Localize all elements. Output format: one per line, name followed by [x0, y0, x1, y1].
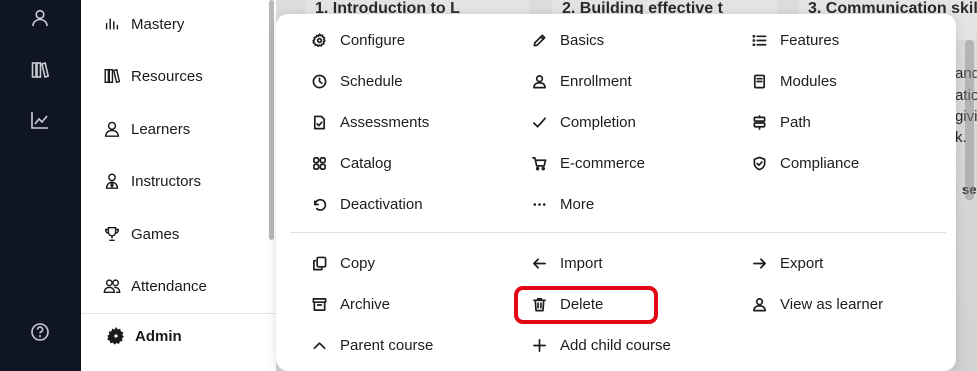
menu-item-label: Parent course	[340, 336, 434, 354]
menu-item-assessments[interactable]: Assessments	[312, 110, 429, 134]
sidebar: Mastery Resources Learners Instructors G…	[81, 0, 276, 371]
people-icon	[103, 279, 121, 294]
menu-item-parent-course[interactable]: Parent course	[312, 333, 433, 357]
person-icon	[533, 74, 546, 88]
menu-item-add-child-course[interactable]: Add child course	[532, 333, 671, 357]
menu-item-label: Completion	[560, 113, 636, 131]
menu-item-label: Export	[780, 254, 824, 272]
menu-item-e-commerce[interactable]: E-commerce	[532, 151, 645, 175]
menu-item-label: Add child course	[560, 336, 671, 354]
sidebar-item-admin[interactable]: Admin	[107, 322, 182, 350]
cart-icon	[532, 156, 547, 170]
sidebar-item-attendance[interactable]: Attendance	[103, 272, 207, 300]
menu-item-label: Deactivation	[340, 195, 423, 213]
menu-item-features[interactable]: Features	[752, 28, 839, 52]
menu-item-catalog[interactable]: Catalog	[312, 151, 392, 175]
user-icon[interactable]	[28, 6, 52, 30]
sidebar-item-label: Learners	[131, 120, 191, 138]
menu-item-schedule[interactable]: Schedule	[312, 69, 403, 93]
menu-item-label: Assessments	[340, 113, 430, 131]
menu-item-label: Archive	[340, 295, 391, 313]
plus-icon	[533, 338, 546, 352]
arrow-right-icon	[753, 257, 766, 269]
gear-icon	[312, 32, 326, 47]
sidebar-item-label: Resources	[131, 67, 203, 85]
menu-item-label: Import	[560, 254, 603, 272]
help-icon[interactable]	[28, 320, 52, 344]
shield-check-icon	[753, 156, 766, 170]
menu-item-label: Basics	[560, 31, 605, 49]
menu-item-label: Catalog	[340, 154, 392, 172]
menu-item-label: Enrollment	[560, 72, 632, 90]
sidebar-divider	[81, 313, 276, 314]
pencil-icon	[533, 34, 546, 46]
person-icon	[753, 297, 766, 311]
menu-item-archive[interactable]: Archive	[312, 292, 390, 316]
sidebar-item-label: Admin	[135, 327, 182, 345]
more-icon	[533, 202, 546, 206]
sidebar-item-mastery[interactable]: Mastery	[103, 10, 184, 38]
sidebar-scrollbar[interactable]	[269, 0, 274, 240]
menu-item-export[interactable]: Export	[752, 251, 823, 275]
chevron-up-icon	[313, 341, 326, 349]
library-icon[interactable]	[28, 58, 52, 82]
sidebar-item-label: Attendance	[131, 277, 207, 295]
sidebar-item-label: Games	[131, 225, 180, 243]
menu-item-modules[interactable]: Modules	[752, 69, 837, 93]
menu-item-label: Delete	[560, 295, 604, 313]
doc-check-icon	[313, 115, 326, 129]
instructor-icon	[105, 173, 119, 189]
menu-item-label: Modules	[780, 72, 837, 90]
menu-item-label: Schedule	[340, 72, 403, 90]
menu-item-label: Features	[780, 31, 840, 49]
menu-item-more[interactable]: More	[532, 192, 594, 216]
arrow-left-icon	[533, 257, 546, 269]
menu-item-delete[interactable]: Delete	[532, 292, 603, 316]
bar-chart-icon	[105, 18, 119, 30]
menu-item-compliance[interactable]: Compliance	[752, 151, 859, 175]
menu-item-completion[interactable]: Completion	[532, 110, 636, 134]
menu-item-deactivation[interactable]: Deactivation	[312, 192, 423, 216]
sidebar-item-resources[interactable]: Resources	[103, 62, 203, 90]
signpost-icon	[753, 114, 766, 130]
sidebar-item-label: Mastery	[131, 15, 185, 33]
page-scrollbar[interactable]	[965, 40, 974, 200]
menu-item-import[interactable]: Import	[532, 251, 603, 275]
menu-item-label: More	[560, 195, 595, 213]
trash-icon	[533, 297, 546, 311]
chart-icon[interactable]	[28, 108, 52, 132]
book-icon	[753, 74, 766, 88]
menu-item-basics[interactable]: Basics	[532, 28, 604, 52]
person-icon	[104, 121, 120, 137]
sidebar-item-instructors[interactable]: Instructors	[103, 167, 201, 195]
menu-item-copy[interactable]: Copy	[312, 251, 375, 275]
app-rail	[0, 0, 81, 371]
sidebar-item-label: Instructors	[131, 172, 202, 190]
gear-icon	[107, 327, 124, 345]
menu-item-view-as-learner[interactable]: View as learner	[752, 292, 883, 316]
menu-item-enrollment[interactable]: Enrollment	[532, 69, 632, 93]
sidebar-item-learners[interactable]: Learners	[103, 115, 190, 143]
check-icon	[533, 116, 546, 128]
copy-icon	[313, 256, 327, 270]
menu-item-label: Compliance	[780, 154, 860, 172]
menu-item-label: View as learner	[780, 295, 884, 313]
menu-item-path[interactable]: Path	[752, 110, 811, 134]
books-icon	[104, 68, 121, 84]
menu-item-label: E-commerce	[560, 154, 646, 172]
clock-icon	[312, 74, 327, 88]
archive-icon	[312, 297, 327, 311]
menu-item-label: Configure	[340, 31, 406, 49]
menu-item-label: Copy	[340, 254, 376, 272]
list-icon	[752, 34, 767, 46]
menu-item-label: Path	[780, 113, 811, 131]
menu-item-configure[interactable]: Configure	[312, 28, 405, 52]
sidebar-item-games[interactable]: Games	[103, 220, 179, 248]
menu-divider	[290, 232, 946, 233]
trophy-icon	[104, 226, 120, 242]
undo-icon	[313, 198, 327, 211]
course-actions-menu: Configure Basics Features Schedule Enrol…	[276, 14, 956, 371]
grid-icon	[313, 156, 326, 170]
